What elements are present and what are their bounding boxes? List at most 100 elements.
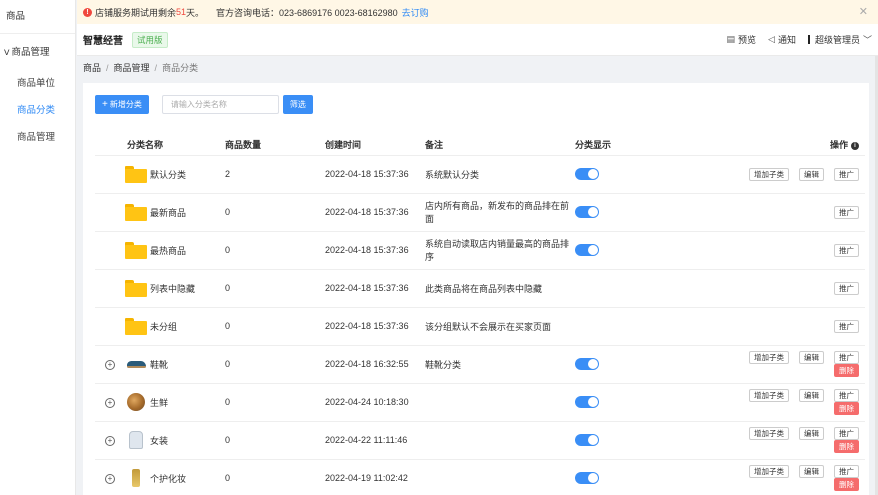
category-name: 默认分类 bbox=[150, 169, 187, 180]
breadcrumb: 商品 / 商品管理 / 商品分类 bbox=[83, 63, 199, 73]
promote-button[interactable]: 推广 bbox=[834, 465, 859, 478]
table-row: 最热商品 0 2022-04-18 15:37:36 系统自动读取店内销量最高的商品排… bbox=[95, 231, 865, 270]
header-show: 分类显示 bbox=[575, 135, 735, 156]
delete-button[interactable]: 删除 bbox=[834, 478, 859, 491]
category-time: 2022-04-18 15:37:36 bbox=[325, 231, 425, 270]
table-row: + 生鲜 0 2022-04-24 10:18:30 增加子类 编辑 推广删除 bbox=[95, 383, 865, 422]
add-subcategory-button[interactable]: 增加子类 bbox=[749, 351, 789, 364]
promote-button[interactable]: 推广 bbox=[834, 351, 859, 364]
user-name: 超级管理员 bbox=[814, 35, 860, 45]
add-category-button[interactable]: + 新增分类 bbox=[95, 95, 149, 114]
edit-button[interactable]: 编辑 bbox=[799, 465, 824, 478]
add-category-label: 新增分类 bbox=[109, 100, 142, 109]
filter-button[interactable]: 筛选 bbox=[282, 95, 313, 114]
delete-button[interactable]: 删除 bbox=[834, 402, 859, 415]
category-name: 列表中隐藏 bbox=[150, 283, 196, 294]
category-qty: 0 bbox=[225, 231, 325, 270]
folder-icon bbox=[125, 241, 147, 259]
food-thumbnail bbox=[125, 392, 147, 412]
category-note bbox=[425, 383, 575, 422]
expand-icon[interactable]: + bbox=[105, 473, 115, 484]
chevron-down-icon: ﹀ bbox=[862, 35, 872, 45]
breadcrumb-item[interactable]: 商品管理 bbox=[114, 63, 150, 73]
user-icon bbox=[807, 35, 810, 44]
expand-icon[interactable]: + bbox=[105, 359, 115, 370]
folder-icon bbox=[125, 203, 147, 221]
edit-button[interactable]: 编辑 bbox=[799, 167, 824, 181]
category-note: 系统默认分类 bbox=[425, 155, 575, 194]
plus-icon: + bbox=[102, 99, 108, 110]
table-row: 默认分类 2 2022-04-18 15:37:36 系统默认分类 增加子类 编辑 推广 bbox=[95, 155, 865, 194]
delete-button[interactable]: 删除 bbox=[834, 364, 859, 377]
breadcrumb-current: 商品分类 bbox=[162, 63, 199, 73]
trial-badge: 试用版 bbox=[132, 31, 168, 48]
display-toggle[interactable] bbox=[575, 472, 599, 484]
category-qty: 0 bbox=[225, 269, 325, 308]
display-toggle[interactable] bbox=[575, 358, 599, 370]
category-time: 2022-04-24 10:18:30 bbox=[325, 383, 425, 422]
promote-button[interactable]: 推广 bbox=[834, 243, 859, 257]
display-toggle[interactable] bbox=[575, 434, 599, 446]
notice-prefix: 店铺服务期试用剩余 bbox=[95, 7, 177, 18]
preview-button[interactable]: ▤ 预览 bbox=[727, 33, 757, 46]
promote-button[interactable]: 推广 bbox=[834, 427, 859, 440]
header-op-label: 操作 bbox=[829, 140, 848, 151]
toolbar: +新增分类 筛选 bbox=[95, 95, 313, 114]
category-time: 2022-04-18 16:32:55 bbox=[325, 345, 425, 384]
add-subcategory-button[interactable]: 增加子类 bbox=[749, 465, 789, 478]
sidebar-group-product-management[interactable]: ᐯ 商品管理 bbox=[0, 46, 75, 60]
notify-button[interactable]: ◁ 通知 bbox=[768, 33, 796, 46]
category-name: 未分组 bbox=[150, 321, 178, 332]
category-table: 分类名称 商品数量 创建时间 备注 分类显示 操作 i 默认分类 2 2022-04-… bbox=[95, 135, 865, 495]
preview-label: 预览 bbox=[738, 35, 757, 45]
sidebar-item-units[interactable]: 商品单位 bbox=[0, 70, 75, 97]
add-subcategory-button[interactable]: 增加子类 bbox=[749, 167, 789, 181]
promote-button[interactable]: 推广 bbox=[834, 281, 859, 295]
info-icon[interactable]: i bbox=[851, 141, 859, 150]
speaker-icon: ◁ bbox=[768, 34, 775, 44]
expand-icon[interactable]: + bbox=[105, 435, 115, 446]
category-time: 2022-04-18 15:37:36 bbox=[325, 155, 425, 194]
edit-button[interactable]: 编辑 bbox=[799, 427, 824, 440]
category-name: 最热商品 bbox=[150, 245, 187, 256]
category-qty: 0 bbox=[225, 307, 325, 346]
promote-button[interactable]: 推广 bbox=[834, 205, 859, 219]
add-subcategory-button[interactable]: 增加子类 bbox=[749, 427, 789, 440]
breadcrumb-item[interactable]: 商品 bbox=[83, 63, 101, 73]
promote-button[interactable]: 推广 bbox=[834, 389, 859, 402]
category-note bbox=[425, 459, 575, 495]
category-qty: 2 bbox=[225, 155, 325, 194]
category-name: 鞋靴 bbox=[150, 359, 169, 370]
promote-button[interactable]: 推广 bbox=[834, 319, 859, 333]
edit-button[interactable]: 编辑 bbox=[799, 351, 824, 364]
promote-button[interactable]: 推广 bbox=[834, 167, 859, 181]
delete-button[interactable]: 删除 bbox=[834, 440, 859, 453]
category-search-input[interactable] bbox=[161, 95, 279, 114]
category-note: 该分组默认不会展示在买家页面 bbox=[425, 307, 575, 346]
table-row: 未分组 0 2022-04-18 15:37:36 该分组默认不会展示在买家页面 推广 bbox=[95, 307, 865, 346]
display-toggle[interactable] bbox=[575, 396, 599, 408]
add-subcategory-button[interactable]: 增加子类 bbox=[749, 389, 789, 402]
header-op: 操作 i bbox=[735, 135, 865, 156]
display-toggle[interactable] bbox=[575, 244, 599, 256]
expand-icon[interactable]: + bbox=[105, 397, 115, 408]
category-qty: 0 bbox=[225, 193, 325, 232]
main-area: ! 店铺服务期试用剩余 51 天。 官方咨询电话：023-6869176 002… bbox=[77, 0, 878, 495]
dress-thumbnail bbox=[125, 430, 147, 450]
top-header: 智慧经营 试用版 ▤ 预览 ◁ 通知 超级管理员 ﹀ bbox=[77, 24, 878, 56]
table-row: 列表中隐藏 0 2022-04-18 15:37:36 此类商品将在商品列表中隐藏 推广 bbox=[95, 269, 865, 308]
table-header-row: 分类名称 商品数量 创建时间 备注 分类显示 操作 i bbox=[95, 135, 865, 156]
close-icon[interactable]: ✕ bbox=[859, 5, 868, 18]
user-menu[interactable]: 超级管理员 ﹀ bbox=[807, 33, 872, 46]
category-name: 个护化妆 bbox=[150, 473, 187, 484]
category-name: 最新商品 bbox=[150, 207, 187, 218]
category-note: 系统自动读取店内销量最高的商品排序 bbox=[425, 231, 575, 270]
edit-button[interactable]: 编辑 bbox=[799, 389, 824, 402]
bottle-thumbnail bbox=[125, 468, 147, 488]
sidebar-item-products[interactable]: 商品管理 bbox=[0, 124, 75, 151]
sidebar-item-categories[interactable]: 商品分类 bbox=[0, 97, 75, 124]
display-toggle[interactable] bbox=[575, 206, 599, 218]
display-toggle[interactable] bbox=[575, 168, 599, 180]
order-link[interactable]: 去订购 bbox=[402, 6, 429, 19]
category-time: 2022-04-18 15:37:36 bbox=[325, 307, 425, 346]
